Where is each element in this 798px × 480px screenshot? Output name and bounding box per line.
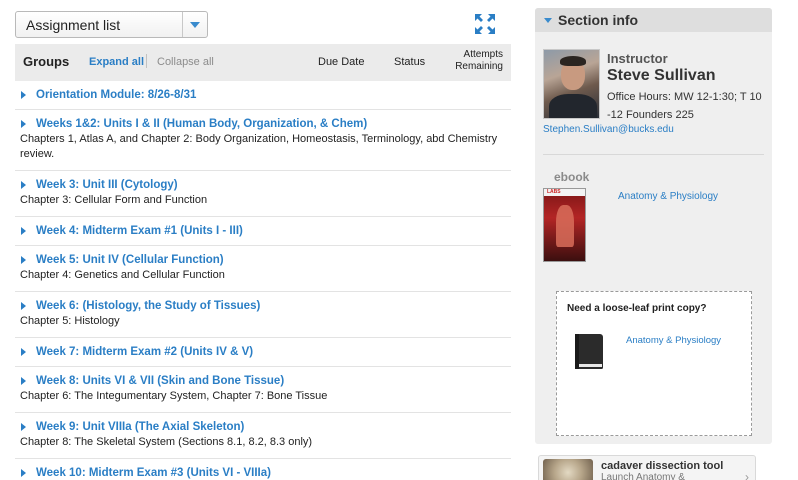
group-item[interactable]: Week 4: Midterm Exam #1 (Units I - III)	[15, 217, 511, 246]
collapse-all-link[interactable]: Collapse all	[157, 56, 214, 68]
group-item[interactable]: Weeks 1&2: Units I & II (Human Body, Org…	[15, 110, 511, 171]
ebook-label: ebook	[554, 170, 590, 184]
divider	[543, 154, 764, 155]
view-select-value: Assignment list	[26, 16, 121, 33]
section-info-header[interactable]: Section info	[535, 8, 772, 32]
column-attempts-line2: Remaining	[455, 61, 503, 72]
cadaver-dissection-tile[interactable]: cadaver dissection tool Launch Anatomy &…	[538, 455, 756, 480]
group-item[interactable]: Week 5: Unit IV (Cellular Function) Chap…	[15, 246, 511, 292]
group-title[interactable]: Week 9: Unit VIIIa (The Axial Skeleton)	[36, 421, 244, 433]
expand-arrows-icon[interactable]	[474, 13, 496, 35]
group-title[interactable]: Week 7: Midterm Exam #2 (Units IV & V)	[36, 346, 253, 358]
book-icon[interactable]	[572, 333, 606, 371]
group-item[interactable]: Week 10: Midterm Exam #3 (Units VI - VII…	[15, 459, 511, 480]
group-title[interactable]: Week 6: (Histology, the Study of Tissues…	[36, 300, 260, 312]
print-copy-question: Need a loose-leaf print copy?	[567, 303, 707, 314]
group-item[interactable]: Orientation Module: 8/26-8/31	[15, 81, 511, 110]
group-description: Chapters 1, Atlas A, and Chapter 2: Body…	[20, 133, 498, 160]
group-description: Chapter 4: Genetics and Cellular Functio…	[20, 269, 225, 281]
caret-right-icon[interactable]	[21, 302, 26, 310]
chevron-down-icon[interactable]	[182, 12, 207, 37]
caret-right-icon[interactable]	[21, 377, 26, 385]
group-title[interactable]: Week 3: Unit III (Cytology)	[36, 179, 178, 191]
ebook-cover-brand: LABS	[547, 189, 561, 195]
caret-right-icon[interactable]	[21, 423, 26, 431]
instructor-office-hours: Office Hours: MW 12-1:30; T 10 -12 Found…	[607, 91, 762, 121]
group-description: Chapter 8: The Skeletal System (Sections…	[20, 436, 313, 448]
groups-list: Orientation Module: 8/26-8/31 Weeks 1&2:…	[15, 81, 511, 480]
expand-all-link[interactable]: Expand all	[89, 56, 144, 68]
group-title[interactable]: Week 4: Midterm Exam #1 (Units I - III)	[36, 225, 243, 237]
view-select-dropdown[interactable]: Assignment list	[15, 11, 208, 38]
caret-right-icon[interactable]	[21, 120, 26, 128]
group-item[interactable]: Week 9: Unit VIIIa (The Axial Skeleton) …	[15, 413, 511, 459]
group-item[interactable]: Week 6: (Histology, the Study of Tissues…	[15, 292, 511, 338]
column-due-date[interactable]: Due Date	[318, 56, 364, 68]
group-title[interactable]: Week 5: Unit IV (Cellular Function)	[36, 254, 224, 266]
group-title[interactable]: Weeks 1&2: Units I & II (Human Body, Org…	[36, 118, 367, 130]
groups-title: Groups	[23, 54, 70, 69]
print-copy-box: Need a loose-leaf print copy? Anatomy & …	[556, 291, 752, 436]
collapse-triangle-icon[interactable]	[544, 17, 552, 23]
caret-right-icon[interactable]	[21, 256, 26, 264]
group-description: Chapter 6: The Integumentary System, Cha…	[20, 390, 328, 402]
group-item[interactable]: Week 8: Units VI & VII (Skin and Bone Ti…	[15, 367, 511, 413]
cadaver-tile-subtitle: Launch Anatomy &	[601, 472, 685, 480]
group-item[interactable]: Week 3: Unit III (Cytology) Chapter 3: C…	[15, 171, 511, 217]
chevron-right-icon: ›	[745, 470, 749, 480]
section-info-title: Section info	[558, 12, 639, 28]
groups-header: Groups Expand all Collapse all Due Date …	[15, 44, 511, 81]
instructor-name: Steve Sullivan	[607, 67, 716, 84]
cadaver-thumbnail	[543, 459, 593, 480]
column-attempts-remaining[interactable]: Attempts Remaining	[443, 49, 503, 73]
instructor-email-link[interactable]: Stephen.Sullivan@bucks.edu	[543, 124, 674, 135]
ebook-cover-image[interactable]: LABS	[543, 188, 586, 262]
caret-right-icon[interactable]	[21, 91, 26, 99]
column-status[interactable]: Status	[394, 56, 425, 68]
group-title[interactable]: Week 8: Units VI & VII (Skin and Bone Ti…	[36, 375, 284, 387]
group-title[interactable]: Orientation Module: 8/26-8/31	[36, 89, 196, 101]
instructor-photo	[543, 49, 600, 119]
header-separator	[146, 54, 147, 68]
caret-right-icon[interactable]	[21, 181, 26, 189]
instructor-label: Instructor	[607, 51, 668, 66]
group-description: Chapter 3: Cellular Form and Function	[20, 194, 208, 206]
caret-right-icon[interactable]	[21, 227, 26, 235]
print-copy-link[interactable]: Anatomy & Physiology	[626, 335, 721, 346]
caret-right-icon[interactable]	[21, 348, 26, 356]
caret-right-icon[interactable]	[21, 469, 26, 477]
group-description: Chapter 5: Histology	[20, 315, 120, 327]
group-item[interactable]: Week 7: Midterm Exam #2 (Units IV & V)	[15, 338, 511, 367]
column-attempts-line1: Attempts	[463, 49, 503, 60]
group-title[interactable]: Week 10: Midterm Exam #3 (Units VI - VII…	[36, 467, 271, 479]
ebook-link[interactable]: Anatomy & Physiology	[618, 191, 718, 202]
cadaver-tile-title: cadaver dissection tool	[601, 460, 724, 472]
section-info-panel: Section info Instructor Steve Sullivan O…	[535, 8, 772, 444]
